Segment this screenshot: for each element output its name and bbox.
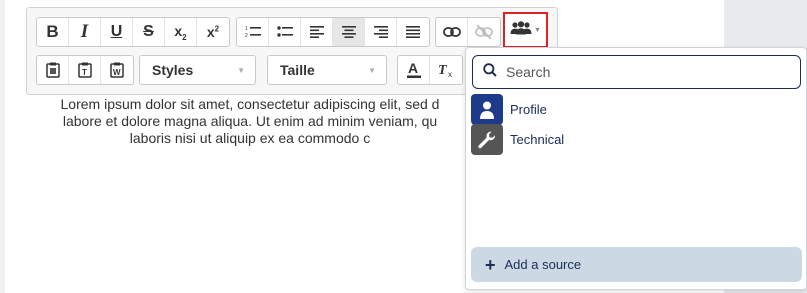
svg-text:T: T (82, 68, 87, 77)
chevron-down-icon: ▼ (534, 26, 541, 34)
search-icon (483, 62, 497, 82)
chevron-down-icon: ▼ (237, 65, 245, 75)
editor-content[interactable]: Lorem ipsum dolor sit amet, consectetur … (40, 96, 460, 147)
paragraph-group: 12 (236, 17, 430, 47)
users-icon (510, 20, 532, 40)
paste-icon[interactable] (37, 56, 69, 84)
chevron-down-icon: ▼ (368, 65, 376, 75)
align-center-button[interactable] (333, 18, 365, 46)
subscript-button[interactable]: x2 (165, 18, 197, 46)
content-line: laboris nisi ut aliquip ex ea commodo c (129, 130, 371, 146)
option-technical[interactable]: Technical (471, 124, 801, 155)
align-left-button[interactable] (301, 18, 333, 46)
option-label: Profile (510, 102, 547, 117)
styles-dropdown[interactable]: Styles ▼ (139, 55, 256, 85)
superscript-button[interactable]: x2 (197, 18, 229, 46)
option-label: Technical (510, 132, 565, 147)
align-justify-button[interactable] (397, 18, 429, 46)
remove-format-icon[interactable]: Tx (430, 56, 462, 84)
numbered-list-button[interactable]: 12 (237, 18, 269, 46)
strikethrough-button[interactable]: S (133, 18, 165, 46)
source-dropdown: Profile Technical + Add a source (465, 47, 807, 290)
svg-text:1: 1 (245, 26, 248, 32)
bulleted-list-button[interactable] (269, 18, 301, 46)
svg-text:T: T (438, 63, 448, 78)
link-group (435, 17, 501, 47)
svg-text:2: 2 (245, 33, 248, 39)
content-line: Lorem ipsum dolor sit amet, consectetur … (60, 96, 440, 112)
text-color-icon[interactable]: A (398, 56, 430, 84)
plus-icon: + (485, 254, 496, 275)
styles-label: Styles (152, 62, 194, 78)
size-label: Taille (280, 62, 315, 78)
size-dropdown[interactable]: Taille ▼ (267, 55, 387, 85)
svg-text:W: W (113, 68, 121, 77)
paste-text-icon[interactable]: T (69, 56, 101, 84)
underline-button[interactable]: U (101, 18, 133, 46)
search-input[interactable] (506, 64, 786, 80)
user-icon (471, 94, 503, 125)
italic-button[interactable]: I (69, 18, 101, 46)
search-box[interactable] (472, 55, 801, 89)
link-icon[interactable] (436, 18, 468, 46)
format-group: B I U S x2 x2 (36, 17, 230, 47)
unlink-icon[interactable] (468, 18, 500, 46)
svg-text:A: A (408, 61, 418, 76)
add-source-button[interactable]: + Add a source (471, 247, 802, 282)
option-profile[interactable]: Profile (471, 94, 801, 125)
add-source-label: Add a source (504, 257, 582, 272)
bold-button[interactable]: B (37, 18, 69, 46)
clipboard-group: T W (36, 55, 134, 85)
align-right-button[interactable] (365, 18, 397, 46)
svg-text:x: x (448, 70, 452, 78)
source-button[interactable]: ▼ (503, 12, 548, 48)
paste-word-icon[interactable]: W (101, 56, 133, 84)
wrench-icon (471, 124, 503, 155)
content-line: labore et dolore magna aliqua. Ut enim a… (62, 113, 438, 129)
text-color-group: A Tx (397, 55, 463, 85)
